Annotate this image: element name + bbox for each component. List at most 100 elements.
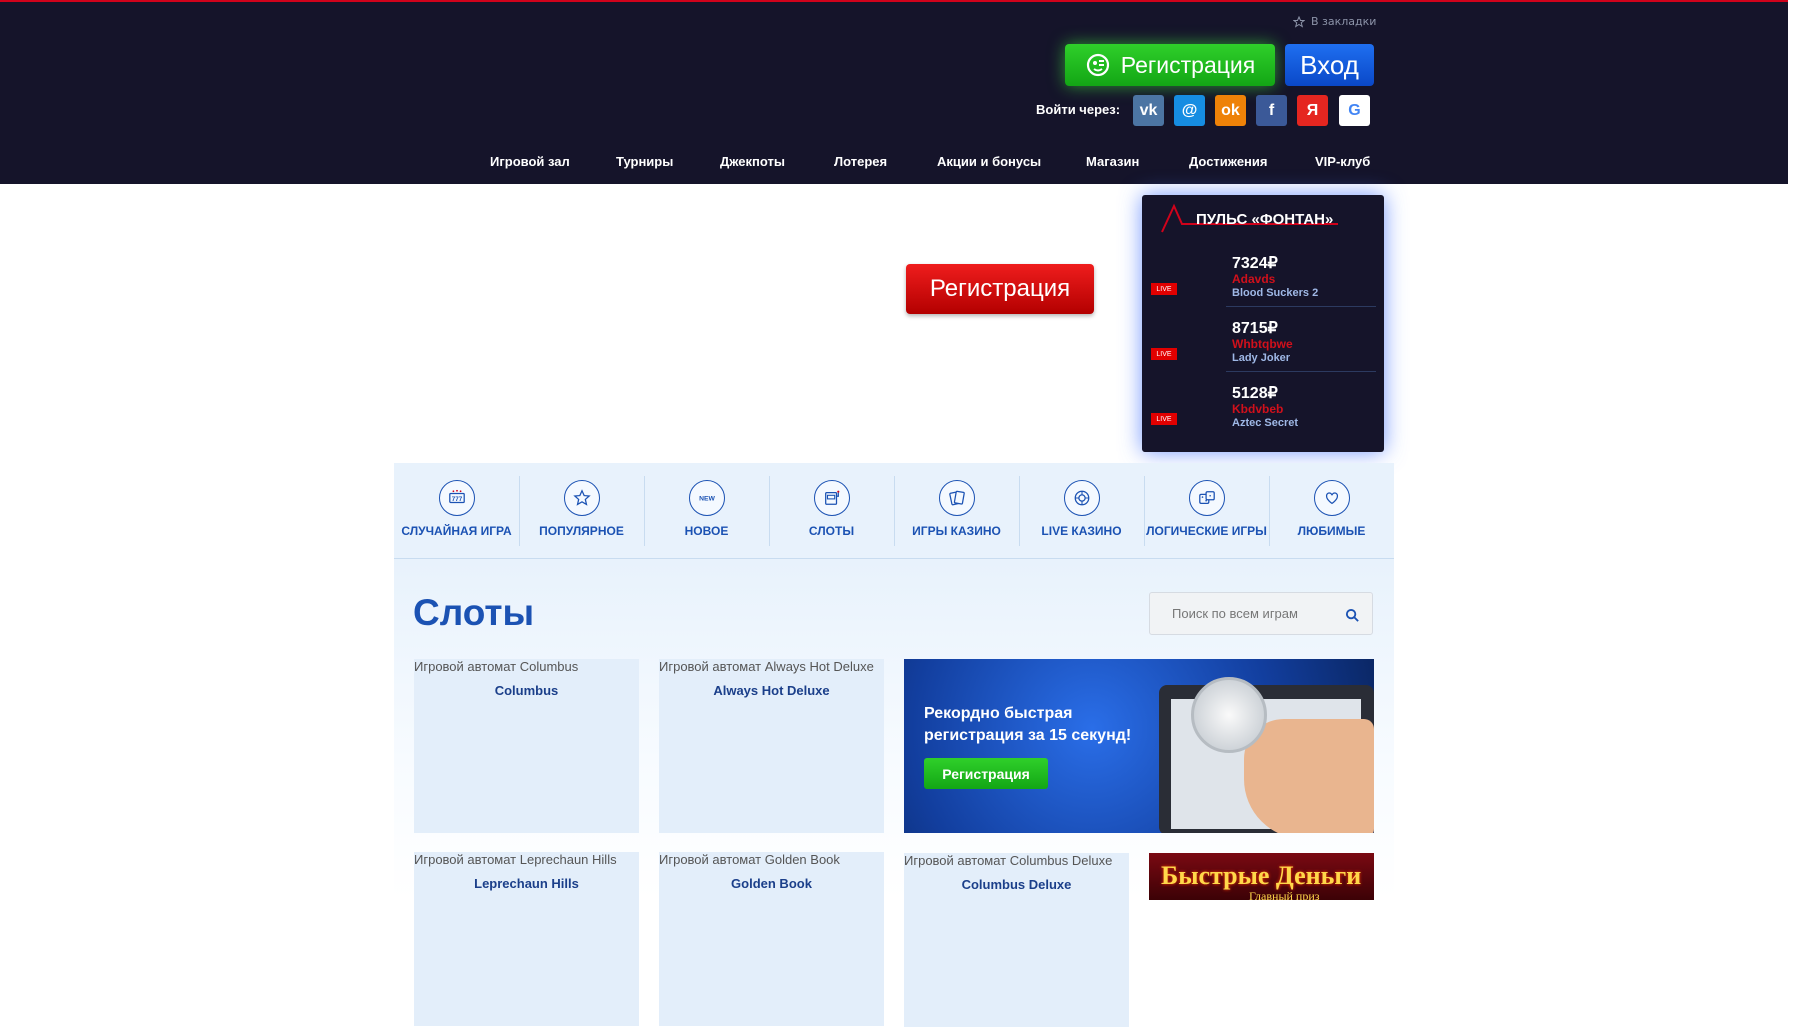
bookmark-label: В закладки [1311,15,1377,28]
game-caption: Игровой автомат Always Hot Deluxe [659,659,874,674]
category-6[interactable]: ЛОГИЧЕСКИЕ ИГРЫ [1144,480,1269,538]
search-icon[interactable] [1345,608,1360,623]
category-label: ЛЮБИМЫЕ [1297,524,1366,538]
svg-text:NEW: NEW [699,496,715,503]
category-divider [894,476,895,546]
category-4[interactable]: ИГРЫ КАЗИНО [894,480,1019,538]
win-user: Adavds [1232,272,1276,286]
yandex-login-button[interactable]: Я [1297,95,1328,126]
register-label: Регистрация [1120,51,1256,78]
register-icon [1086,53,1109,77]
login-button[interactable]: Вход [1285,44,1374,86]
pulse-separator [1226,306,1376,307]
hero-register-button[interactable]: Регистрация [906,264,1094,314]
cards-icon [938,480,975,516]
bookmark-link[interactable]: В закладки [1293,15,1376,28]
category-2[interactable]: NEW НОВОЕ [644,480,769,538]
win-user: Kbdvbeb [1232,402,1284,416]
facebook-icon: f [1268,101,1275,119]
win-amount: 7324₽ [1232,255,1278,272]
login-label: Вход [1300,49,1359,80]
category-0[interactable]: 777 СЛУЧАЙНАЯ ИГРА [394,480,519,538]
star-icon [1293,15,1305,28]
category-divider [1144,476,1145,546]
vk-login-button[interactable]: vk [1133,95,1164,126]
heart-icon [1313,480,1350,516]
login-via-label: Войти через: [1036,102,1121,117]
vk-icon: vk [1139,101,1158,119]
mail-login-button[interactable]: @ [1174,95,1205,126]
dice-icon [1188,480,1225,516]
win-user: Whbtqbwe [1232,337,1293,351]
category-3[interactable]: СЛОТЫ [769,480,894,538]
win-game-link[interactable]: Aztec Secret [1232,417,1298,429]
game-name[interactable]: Columbus [414,683,639,698]
promo-register-button[interactable]: Регистрация [924,758,1048,789]
nav-item-4[interactable]: Акции и бонусы [937,154,1041,169]
win-amount: 8715₽ [1232,320,1278,337]
nav-item-5[interactable]: Магазин [1086,154,1139,169]
game-name[interactable]: Columbus Deluxe [904,877,1129,892]
promo-banner[interactable]: Рекордно быстрая регистрация за 15 секун… [904,659,1374,833]
category-label: НОВОЕ [684,524,729,538]
odnoklassniki-login-button[interactable]: ok [1215,95,1246,126]
pulse-title: ПУЛЬС «ФОНТАН» [1196,211,1334,228]
category-label: LIVE КАЗИНО [1041,524,1122,538]
game-name[interactable]: Golden Book [659,876,884,891]
site-header [0,2,1788,184]
nav-item-3[interactable]: Лотерея [834,154,887,169]
live-badge: LIVE [1151,283,1177,295]
category-label: СЛОТЫ [808,524,855,538]
game-caption: Игровой автомат Columbus Deluxe [904,853,1113,868]
google-icon: G [1348,101,1361,119]
promo-text: Рекордно быстрая регистрация за 15 секун… [924,705,1132,744]
new-icon: NEW [688,480,725,516]
game-name[interactable]: Always Hot Deluxe [659,683,884,698]
star-icon [563,480,600,516]
roulette-icon [1063,480,1100,516]
category-divider [1019,476,1020,546]
category-7[interactable]: ЛЮБИМЫЕ [1269,480,1394,538]
mail-icon: @ [1181,101,1198,119]
ad-subtitle: Главный приз [1249,889,1320,900]
svg-text:777: 777 [451,496,462,503]
live-badge: LIVE [1151,413,1177,425]
nav-item-6[interactable]: Достижения [1189,154,1267,169]
category-label: СЛУЧАЙНАЯ ИГРА [401,524,512,538]
game-name[interactable]: Leprechaun Hills [414,876,639,891]
hand-image [1244,719,1374,833]
ad-title: Быстрые Деньги [1161,861,1362,890]
slot-777-icon: 777 [438,480,475,516]
register-button[interactable]: Регистрация [1065,44,1275,86]
category-5[interactable]: LIVE КАЗИНО [1019,480,1144,538]
search-input[interactable] [1170,605,1344,622]
facebook-login-button[interactable]: f [1256,95,1287,126]
category-divider [644,476,645,546]
google-login-button[interactable]: G [1339,95,1370,126]
hero-register-label: Регистрация [929,275,1071,302]
game-caption: Игровой автомат Columbus [414,659,579,674]
nav-item-1[interactable]: Турниры [616,154,673,169]
page-title: Слоты [413,592,535,633]
yandex-icon: Я [1306,101,1319,119]
search-box[interactable] [1149,592,1373,635]
category-1[interactable]: ПОПУЛЯРНОЕ [519,480,644,538]
game-caption: Игровой автомат Golden Book [659,852,840,867]
game-caption: Игровой автомат Leprechaun Hills [414,852,617,867]
win-game-link[interactable]: Blood Suckers 2 [1232,287,1318,299]
category-label: ПОПУЛЯРНОЕ [539,524,624,538]
nav-item-7[interactable]: VIP-клуб [1315,154,1370,169]
nav-item-0[interactable]: Игровой зал [490,154,570,169]
win-game-link[interactable]: Lady Joker [1232,352,1290,364]
category-divider [769,476,770,546]
nav-item-2[interactable]: Джекпоты [720,154,785,169]
stopwatch-icon [1191,677,1267,753]
fast-money-banner[interactable]: Быстрые Деньги Главный приз [1149,853,1374,900]
category-label: ИГРЫ КАЗИНО [912,524,1001,538]
odnoklassniki-icon: ok [1221,101,1240,119]
pulse-separator [1226,371,1376,372]
category-divider [1269,476,1270,546]
category-label: ЛОГИЧЕСКИЕ ИГРЫ [1146,524,1267,538]
scrollbar-track[interactable] [1788,0,1800,900]
slot-machine-icon [813,480,850,516]
